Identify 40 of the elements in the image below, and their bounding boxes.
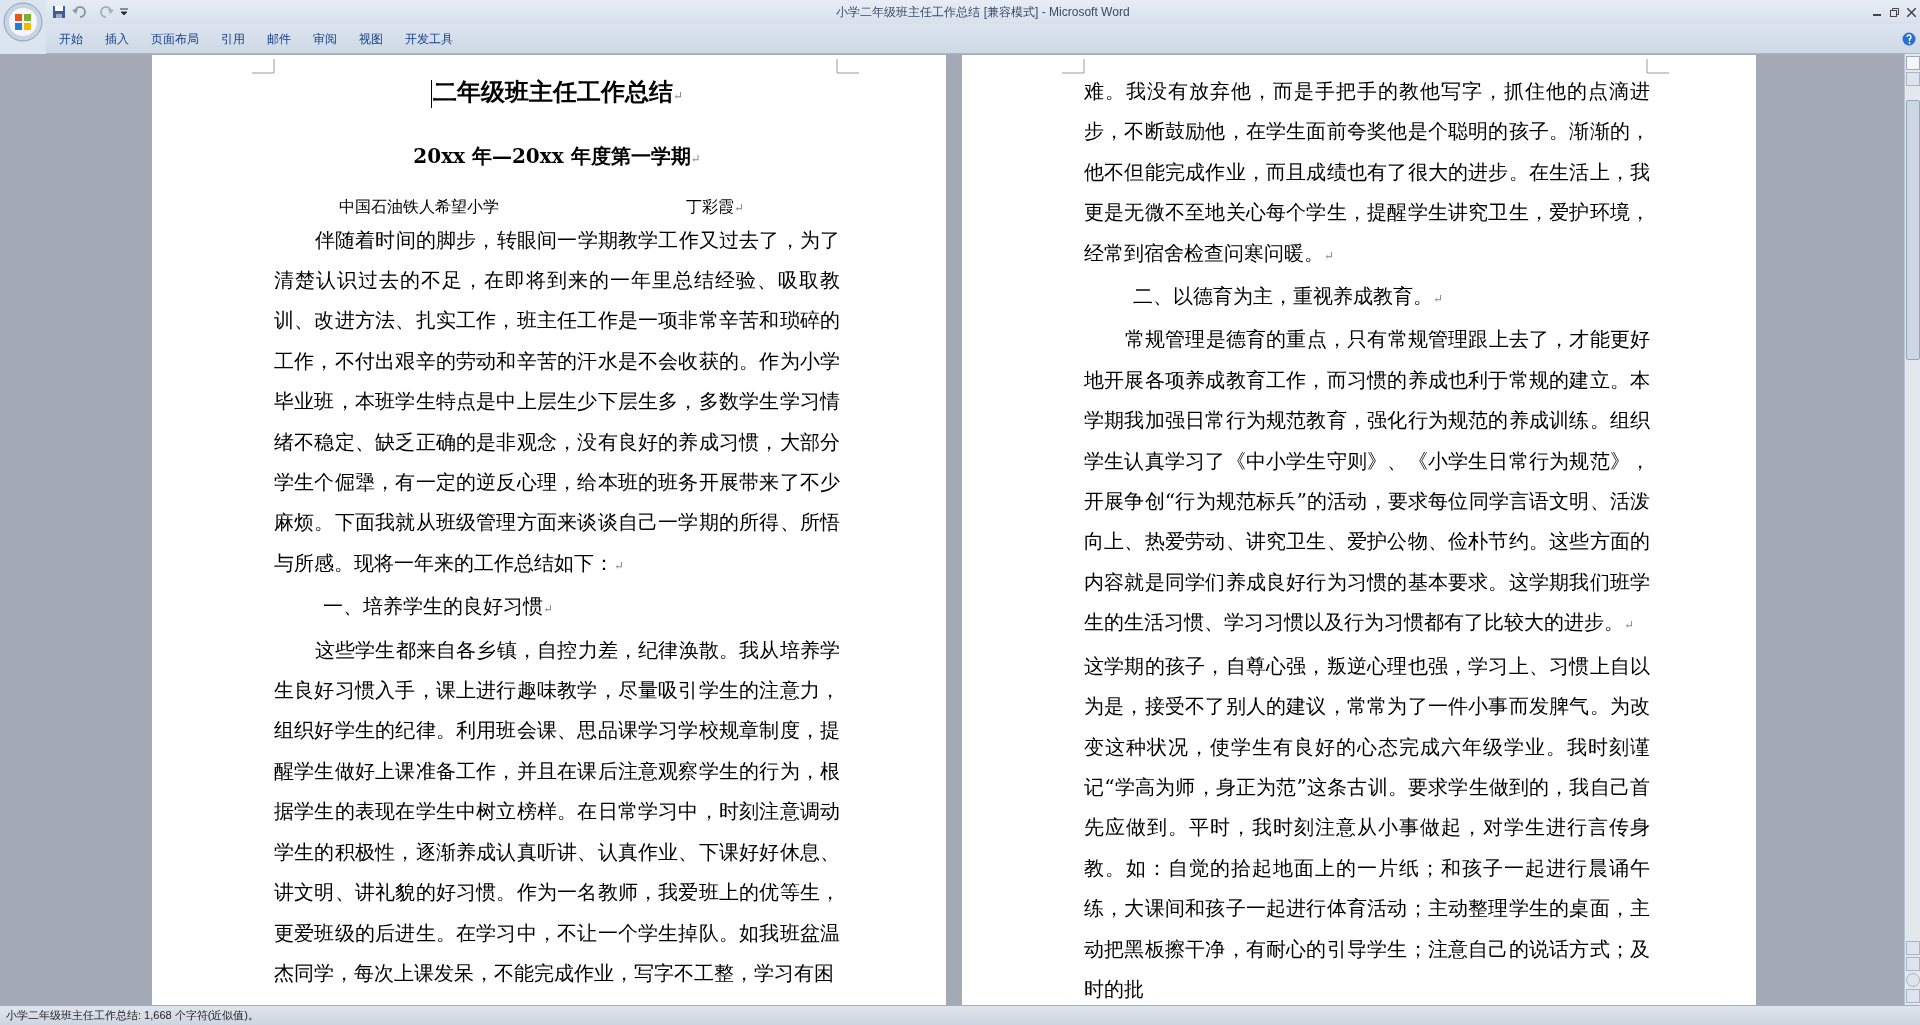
word-count-status: 小学二年级班主任工作总结: 1,668 个字符(近似值)。 xyxy=(6,1008,260,1024)
restore-icon[interactable] xyxy=(1890,7,1899,17)
section-heading: 二、以德育为主，重视养成教育。↵ xyxy=(1131,283,1444,311)
vertical-scrollbar[interactable] xyxy=(1904,54,1920,1005)
save-icon[interactable] xyxy=(52,5,66,19)
corner-mark xyxy=(252,59,275,74)
ruler-toggle-icon[interactable] xyxy=(1905,56,1920,70)
body-paragraph: 难。我没有放弃他，而是手把手的教他写字，抓住他的点滴进步，不断鼓励他，在学生面前夸奖他是个聪明的孩子。渐渐的，他不但能完成作业，而且成绩也有了很大的进步。在生活上，我更是无微不至地关心每个学生，提醒学生讲究卫生，爱护环境，经常到宿舍检查问寒问暖。↵ xyxy=(1084,78,1650,267)
ribbon-tab[interactable]: 开发工具 xyxy=(394,27,464,50)
body-paragraph: 这些学生都来自各乡镇，自控力差，纪律涣散。我从培养学生良好习惯入手，课上进行趣味教学，尽量吸引学生的注意力，组织好学生的纪律。利用班会课、思品课学习学校规章制度，提醒学生做好上课准备工作，并且在课后注意观察学生的行为，根据学生的表现在学生中树立榜样。在日常学习中，时刻注意调动学生的积极性，逐渐养成认真听讲、认真作业、下课好好休息、讲文明、讲礼貌的好习惯。作为一名教师，我爱班上的优等生，更爱班级的后进生。在学习中，不让一个学生掉队。如我班盆温杰同学，每次上课发呆，不能完成作业，写字不工整，学习有困 xyxy=(274,636,840,987)
body-paragraph: 常规管理是德育的重点，只有常规管理跟上去了，才能更好地开展各项养成教育工作，而习惯的养成也利于常规的建立。本学期我加强日常行为规范教育，强化行为规范的养成训练。组织学生认真学习了《中小学生守则》、《小学生日常行为规范》，开展争创“行为规范标兵”的活动，要求每位同学言语文明、活泼向上、热爱劳动、讲究卫生、爱护公物、俭朴节约。这些方面的内容就是同学们养成良好行为习惯的基本要求。这学期我们班学生的生活习惯、学习习惯以及行为习惯都有了比较大的进步。↵ xyxy=(1084,326,1650,637)
ribbon-tab[interactable]: 视图 xyxy=(348,27,394,50)
paragraph-mark: ↵ xyxy=(614,558,625,573)
ribbon-tab[interactable]: 邮件 xyxy=(256,27,302,50)
document-subtitle: 20xx 年—20xx 年度第一学期↵ xyxy=(412,142,702,170)
body-paragraph: 这学期的孩子，自尊心强，叛逆心理也强，学习上、习惯上自以为是，接受不了别人的建议，常常为了一件小事而发脾气。为改变这种状况，使学生有良好的心态完成六年级学业。我时刻谨记“学高为师，身正为范”这条古训。要求学生做到的，我自己首先应做到。平时，我时刻注意从小事做起，对学生进行言传身教。如：自觉的拾起地面上的一片纸；和孩子一起进行晨诵午练，大课间和孩子一起进行体育活动；主动整理学生的桌面，主动把黑板擦干净，有耐心的引导学生；注意自己的说话方式；及时的批 xyxy=(1084,652,1650,1003)
corner-mark xyxy=(1646,59,1669,74)
close-icon[interactable] xyxy=(1907,7,1916,17)
scrollbar-thumb[interactable] xyxy=(1905,100,1920,360)
office-button[interactable] xyxy=(3,2,43,42)
paragraph-mark: ↵ xyxy=(1432,292,1443,307)
customize-caret-icon[interactable] xyxy=(120,8,128,16)
help-icon[interactable] xyxy=(1902,31,1916,46)
ribbon-tab[interactable]: 审阅 xyxy=(302,27,348,50)
paragraph-mark: ↵ xyxy=(1324,248,1335,263)
section-heading: 一、培养学生的良好习惯↵ xyxy=(321,593,554,621)
document-title: 二年级班主任工作总结↵ xyxy=(432,76,684,108)
paragraph-mark: ↵ xyxy=(542,602,553,617)
school-name: 中国石油铁人希望小学 xyxy=(339,195,500,218)
window-title: 小学二年级班主任工作总结 [兼容模式] - Microsoft Word xyxy=(836,4,1130,21)
ribbon-tab[interactable]: 引用 xyxy=(210,27,256,50)
ribbon-tab[interactable]: 开始 xyxy=(48,27,94,50)
corner-mark xyxy=(1062,59,1085,74)
corner-mark xyxy=(836,59,859,74)
ribbon-tab[interactable]: 页面布局 xyxy=(140,27,210,50)
ribbon-tab[interactable]: 插入 xyxy=(94,27,140,50)
paragraph-mark: ↵ xyxy=(1624,618,1635,633)
text-cursor xyxy=(430,80,432,109)
body-paragraph: 伴随着时间的脚步，转眼间一学期教学工作又过去了，为了清楚认识过去的不足，在即将到来的一年里总结经验、吸取教训、改进方法、扎实工作，班主任工作是一项非常辛苦和琐碎的工作，不付出艰辛的劳动和辛苦的汗水是不会收获的。作为小学毕业班，本班学生特点是中上层生少下层生多，多数学生学习情绪不稳定、缺乏正确的是非观念，没有良好的养成习惯，大部分学生个倔犟，有一定的逆反心理，给本班的班务开展带来了不少麻烦。下面我就从班级管理方面来谈谈自己一学期的所得、所悟与所感。现将一年来的工作总结如下：↵ xyxy=(274,226,840,577)
author-name: 丁彩霞↵ xyxy=(686,195,745,218)
